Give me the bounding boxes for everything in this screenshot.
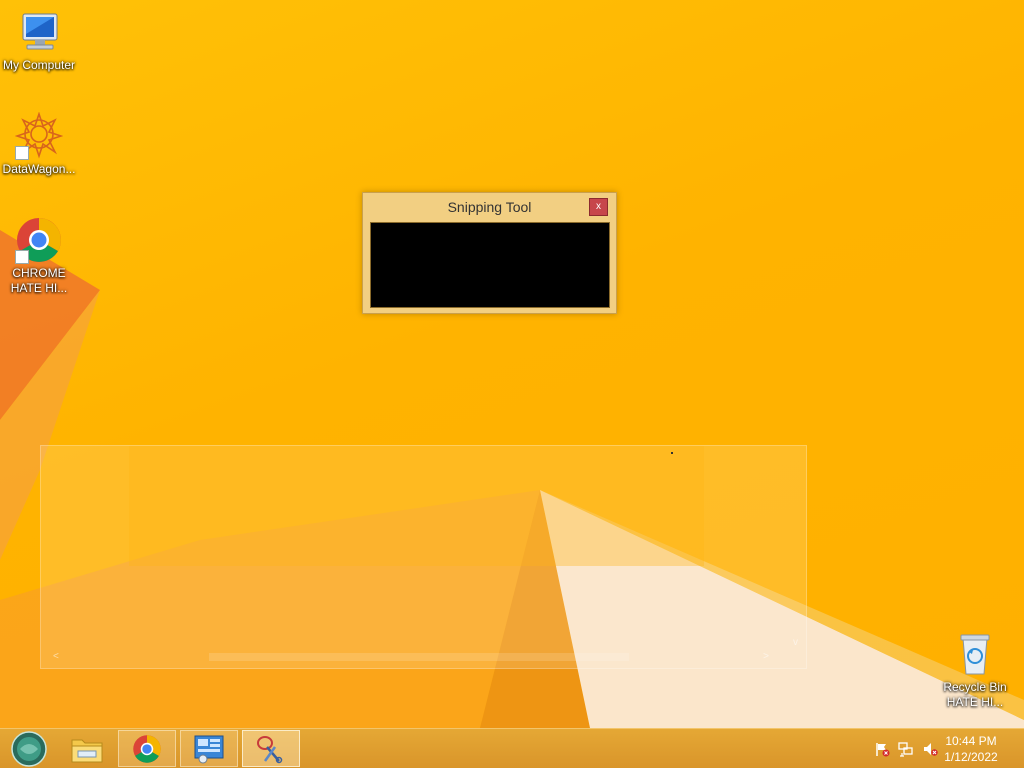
scroll-left-arrow[interactable]: < [53,652,59,662]
shortcut-arrow-icon [15,146,29,160]
shortcut-arrow-icon [15,250,29,264]
file-explorer-button[interactable] [58,730,116,767]
desktop-icon-label: Recycle Bin HATE HI... [943,680,1007,709]
chrome-button[interactable] [118,730,176,767]
system-clock[interactable]: 10:44 PM 1/12/2022 [936,733,1006,765]
clock-time: 10:44 PM [945,734,997,748]
control-panel-button[interactable] [180,730,238,767]
snipping-tool-content[interactable] [370,222,610,308]
chrome-icon [15,216,63,264]
desktop-icon-datawagon[interactable]: DataWagon... [0,111,78,177]
horizontal-scrollbar[interactable]: < > [49,652,789,662]
snipping-tool-window[interactable]: Snipping Tool x [362,192,617,314]
scrollbar-thumb[interactable] [209,653,629,661]
action-center-flag-icon[interactable] [874,741,890,757]
network-icon[interactable] [898,741,914,757]
desktop-icon-label: CHROME HATE HI... [10,266,68,295]
computer-icon [15,8,63,56]
chrome-icon [133,734,161,763]
datawagon-icon [14,111,64,160]
desktop-icon-label: My Computer [2,58,76,72]
start-button[interactable] [0,730,58,767]
control-panel-icon [194,735,224,763]
desktop-icon-recycle-bin[interactable]: Recycle Bin HATE HI... [936,630,1014,710]
desktop-icon-label: DataWagon... [2,162,76,176]
background-window-content [129,446,704,566]
close-button[interactable]: x [589,198,608,216]
snipping-tool-button[interactable] [242,730,300,767]
recycle-bin-icon [951,630,999,678]
scroll-right-arrow[interactable]: > [763,652,769,662]
desktop-icon-chrome[interactable]: CHROME HATE HI... [0,216,78,296]
clock-date: 1/12/2022 [944,750,998,764]
mouse-cursor [671,452,673,454]
start-orb-icon [11,730,47,767]
scroll-down-arrow[interactable]: v [793,637,798,648]
taskbar: 10:44 PM 1/12/2022 [0,728,1024,768]
background-window[interactable]: v < > [40,445,807,669]
scissors-icon [257,735,283,763]
desktop-icon-my-computer[interactable]: My Computer [0,8,78,73]
window-title: Snipping Tool [447,199,532,215]
desktop[interactable]: My Computer DataWagon... CHROME HATE HI.… [0,0,1024,728]
folder-icon [71,739,103,762]
